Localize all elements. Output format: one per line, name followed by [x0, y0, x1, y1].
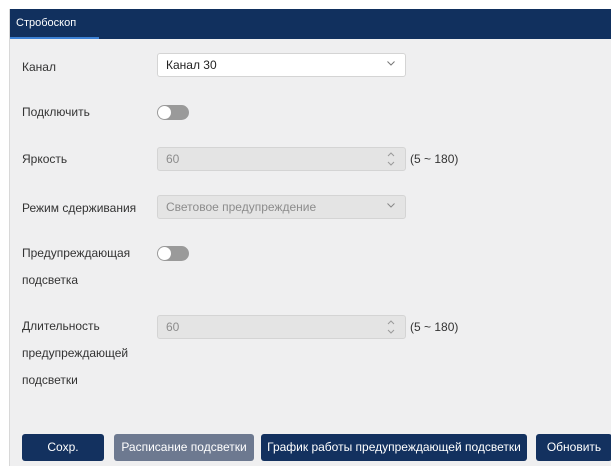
toggle-knob — [158, 106, 171, 119]
tab-strobe[interactable]: Стробоскоп — [10, 9, 99, 39]
enable-toggle[interactable] — [157, 105, 189, 120]
panel-header: Стробоскоп — [10, 9, 611, 39]
deterrence-mode-label: Режим сдерживания — [22, 201, 137, 215]
duration-label-line2: предупреждающей — [22, 346, 129, 360]
settings-panel: Стробоскоп Канал Канал 30 Подключить Ярк… — [9, 9, 611, 466]
spinner-arrows-icon[interactable] — [387, 318, 395, 336]
spinner-arrows-icon[interactable] — [387, 150, 395, 168]
duration-label-line1: Длительность — [22, 319, 100, 333]
channel-select[interactable]: Канал 30 — [157, 53, 406, 77]
channel-label: Канал — [22, 60, 56, 74]
deterrence-mode-select[interactable]: Световое предупреждение — [157, 195, 406, 219]
light-schedule-button[interactable]: Расписание подсветки — [114, 434, 254, 461]
brightness-input[interactable]: 60 — [157, 147, 406, 171]
brightness-label: Яркость — [22, 152, 68, 166]
warning-light-toggle[interactable] — [157, 246, 189, 261]
duration-input[interactable]: 60 — [157, 315, 406, 339]
channel-select-value: Канал 30 — [166, 58, 217, 72]
chevron-down-icon — [387, 61, 395, 66]
warning-light-label-line1: Предупреждающая — [22, 246, 131, 260]
chevron-down-icon — [387, 203, 395, 208]
warning-light-label-line2: подсветка — [22, 273, 79, 287]
duration-range: (5 ~ 180) — [410, 320, 459, 334]
toggle-knob — [158, 247, 171, 260]
duration-label-line3: подсветки — [22, 373, 78, 387]
enable-label: Подключить — [22, 105, 90, 119]
duration-value: 60 — [166, 320, 180, 334]
warning-schedule-button[interactable]: График работы предупреждающей подсветки — [261, 434, 527, 461]
brightness-range: (5 ~ 180) — [410, 152, 459, 166]
deterrence-mode-value: Световое предупреждение — [166, 200, 317, 214]
brightness-value: 60 — [166, 152, 180, 166]
save-button[interactable]: Сохр. — [22, 434, 104, 461]
refresh-button[interactable]: Обновить — [536, 434, 611, 461]
